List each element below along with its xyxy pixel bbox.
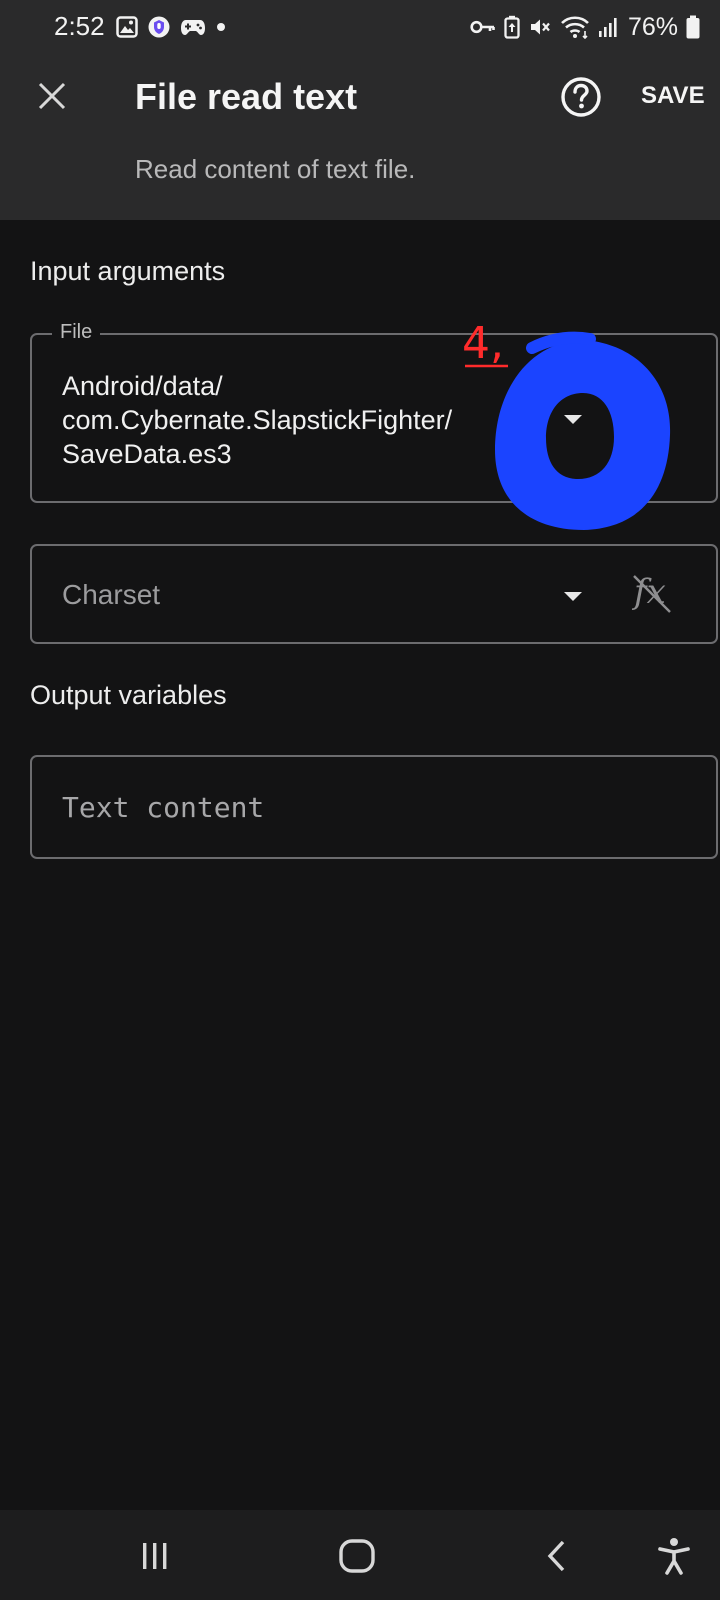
- signal-icon: [598, 18, 617, 37]
- close-button[interactable]: [30, 74, 74, 118]
- charset-placeholder: Charset: [62, 579, 161, 610]
- text-content-field[interactable]: Text content: [30, 755, 718, 859]
- accessibility-button[interactable]: [644, 1526, 704, 1586]
- gallery-icon: [116, 16, 138, 38]
- recents-button[interactable]: [125, 1526, 185, 1586]
- charset-field[interactable]: Charset fx: [30, 544, 718, 644]
- screen: 2:52 76% File read text SAVE Read conten…: [0, 0, 720, 1600]
- game-controller-icon: [181, 20, 205, 35]
- file-path-line: SaveData.es3: [62, 439, 232, 469]
- back-button[interactable]: [527, 1526, 587, 1586]
- file-field-label: File: [52, 321, 101, 344]
- dropdown-arrow-icon[interactable]: [564, 415, 582, 424]
- battery-percent: 76%: [627, 12, 678, 41]
- close-icon: [38, 82, 66, 110]
- file-field-value: Android/data/ com.Cybernate.SlapstickFig…: [62, 369, 582, 471]
- battery-icon: [686, 15, 700, 39]
- shield-icon: [148, 16, 170, 38]
- file-field[interactable]: File Android/data/ com.Cybernate.Slapsti…: [30, 321, 718, 503]
- navigation-bar: [0, 1510, 720, 1600]
- output-variables-heading: Output variables: [30, 680, 227, 710]
- page-subtitle: Read content of text file.: [135, 154, 416, 184]
- notification-dot-icon: [217, 23, 225, 31]
- status-left-icons: [116, 14, 226, 40]
- help-icon[interactable]: [560, 76, 602, 118]
- back-icon: [547, 1540, 565, 1572]
- input-arguments-heading: Input arguments: [30, 256, 226, 286]
- save-button[interactable]: SAVE: [641, 82, 705, 110]
- formula-toggle-button[interactable]: fx: [626, 570, 680, 618]
- page-title: File read text: [135, 76, 358, 117]
- status-bar: 2:52 76%: [0, 0, 720, 54]
- recents-icon: [143, 1543, 167, 1569]
- text-content-placeholder: Text content: [62, 791, 265, 824]
- file-path-line: Android/data/: [62, 371, 223, 401]
- wifi-icon: [561, 16, 589, 39]
- file-path-line: com.Cybernate.SlapstickFighter/: [62, 405, 453, 435]
- home-button[interactable]: [327, 1526, 387, 1586]
- accessibility-icon: [658, 1538, 690, 1575]
- status-time: 2:52: [54, 11, 105, 41]
- status-right-icons: 76%: [470, 12, 700, 42]
- vpn-key-icon: [470, 20, 495, 34]
- dropdown-arrow-icon[interactable]: [564, 592, 582, 601]
- app-bar: File read text SAVE Read content of text…: [0, 54, 720, 220]
- formula-disabled-slash-icon: [633, 575, 671, 613]
- mute-icon: [530, 19, 550, 35]
- battery-saver-icon: [504, 15, 520, 39]
- home-icon: [339, 1539, 375, 1573]
